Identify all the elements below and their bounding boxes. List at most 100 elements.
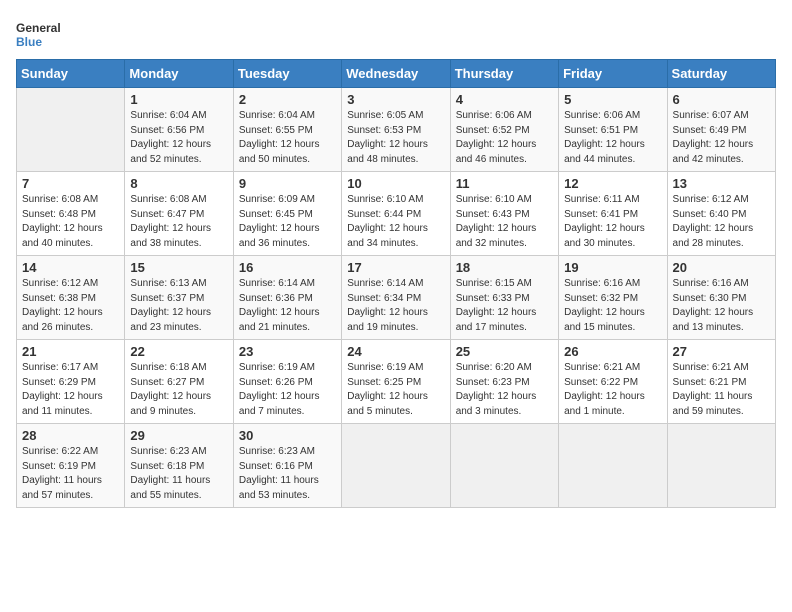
logo: General Blue bbox=[16, 16, 76, 51]
day-number: 26 bbox=[564, 344, 661, 359]
cell-info: Sunrise: 6:13 AMSunset: 6:37 PMDaylight:… bbox=[130, 277, 227, 335]
cell-info: Sunrise: 6:17 AMSunset: 6:29 PMDaylight:… bbox=[22, 361, 119, 419]
day-number: 4 bbox=[456, 92, 553, 107]
day-number: 5 bbox=[564, 92, 661, 107]
svg-text:Blue: Blue bbox=[16, 35, 42, 49]
cell-info: Sunrise: 6:15 AMSunset: 6:33 PMDaylight:… bbox=[456, 277, 553, 335]
calendar-cell: 2Sunrise: 6:04 AMSunset: 6:55 PMDaylight… bbox=[233, 88, 341, 172]
day-number: 15 bbox=[130, 260, 227, 275]
cell-info: Sunrise: 6:21 AMSunset: 6:21 PMDaylight:… bbox=[673, 361, 770, 419]
day-number: 16 bbox=[239, 260, 336, 275]
day-number: 25 bbox=[456, 344, 553, 359]
day-number: 2 bbox=[239, 92, 336, 107]
calendar-cell: 4 Sunrise: 6:06 AMSunset: 6:52 PMDaylight… bbox=[450, 88, 558, 172]
calendar-cell: 9 Sunrise: 6:09 AMSunset: 6:45 PMDaylight… bbox=[233, 172, 341, 256]
calendar-week-row: 1 Sunrise: 6:04 AMSunset: 6:56 PMDaylight… bbox=[17, 88, 776, 172]
day-number: 18 bbox=[456, 260, 553, 275]
calendar-cell: 15 Sunrise: 6:13 AMSunset: 6:37 PMDayligh… bbox=[125, 256, 233, 340]
weekday-header: Saturday bbox=[667, 60, 775, 88]
calendar-cell: 20 Sunrise: 6:16 AMSunset: 6:30 PMDayligh… bbox=[667, 256, 775, 340]
day-number: 20 bbox=[673, 260, 770, 275]
day-number: 3 bbox=[347, 92, 444, 107]
cell-info: Sunrise: 6:14 AMSunset: 6:36 PMDaylight:… bbox=[239, 277, 336, 335]
calendar-cell: 16 Sunrise: 6:14 AMSunset: 6:36 PMDayligh… bbox=[233, 256, 341, 340]
cell-info: Sunrise: 6:08 AMSunset: 6:47 PMDaylight:… bbox=[130, 193, 227, 251]
day-number: 19 bbox=[564, 260, 661, 275]
calendar-cell: 19 Sunrise: 6:16 AMSunset: 6:32 PMDayligh… bbox=[559, 256, 667, 340]
cell-info: Sunrise: 6:06 AMSunset: 6:51 PMDaylight:… bbox=[564, 109, 661, 167]
weekday-header: Thursday bbox=[450, 60, 558, 88]
weekday-header: Friday bbox=[559, 60, 667, 88]
cell-info: Sunrise: 6:21 AMSunset: 6:22 PMDaylight:… bbox=[564, 361, 661, 419]
day-number: 30 bbox=[239, 428, 336, 443]
page-header: General Blue bbox=[16, 16, 776, 51]
cell-info: Sunrise: 6:22 AMSunset: 6:19 PMDaylight:… bbox=[22, 445, 119, 503]
calendar-cell: 3 Sunrise: 6:05 AMSunset: 6:53 PMDaylight… bbox=[342, 88, 450, 172]
cell-info: Sunrise: 6:10 AMSunset: 6:44 PMDaylight:… bbox=[347, 193, 444, 251]
weekday-header: Tuesday bbox=[233, 60, 341, 88]
svg-text:General: General bbox=[16, 21, 61, 35]
day-number: 14 bbox=[22, 260, 119, 275]
cell-info: Sunrise: 6:09 AMSunset: 6:45 PMDaylight:… bbox=[239, 193, 336, 251]
calendar-cell bbox=[559, 424, 667, 508]
cell-info: Sunrise: 6:23 AMSunset: 6:16 PMDaylight:… bbox=[239, 445, 336, 503]
calendar-cell: 27 Sunrise: 6:21 AMSunset: 6:21 PMDayligh… bbox=[667, 340, 775, 424]
calendar-week-row: 28 Sunrise: 6:22 AMSunset: 6:19 PMDayligh… bbox=[17, 424, 776, 508]
cell-info: Sunrise: 6:05 AMSunset: 6:53 PMDaylight:… bbox=[347, 109, 444, 167]
calendar-cell: 24 Sunrise: 6:19 AMSunset: 6:25 PMDayligh… bbox=[342, 340, 450, 424]
calendar-week-row: 21 Sunrise: 6:17 AMSunset: 6:29 PMDayligh… bbox=[17, 340, 776, 424]
calendar-week-row: 7Sunrise: 6:08 AMSunset: 6:48 PMDaylight… bbox=[17, 172, 776, 256]
cell-info: Sunrise: 6:18 AMSunset: 6:27 PMDaylight:… bbox=[130, 361, 227, 419]
calendar-cell: 22 Sunrise: 6:18 AMSunset: 6:27 PMDayligh… bbox=[125, 340, 233, 424]
day-number: 29 bbox=[130, 428, 227, 443]
calendar-cell: 21 Sunrise: 6:17 AMSunset: 6:29 PMDayligh… bbox=[17, 340, 125, 424]
day-number: 10 bbox=[347, 176, 444, 191]
day-number: 9 bbox=[239, 176, 336, 191]
calendar-cell: 13Sunrise: 6:12 AMSunset: 6:40 PMDayligh… bbox=[667, 172, 775, 256]
day-number: 28 bbox=[22, 428, 119, 443]
calendar-cell: 25 Sunrise: 6:20 AMSunset: 6:23 PMDayligh… bbox=[450, 340, 558, 424]
cell-info: Sunrise: 6:07 AMSunset: 6:49 PMDaylight:… bbox=[673, 109, 770, 167]
calendar-cell bbox=[667, 424, 775, 508]
day-number: 6 bbox=[673, 92, 770, 107]
day-number: 17 bbox=[347, 260, 444, 275]
day-number: 22 bbox=[130, 344, 227, 359]
cell-info: Sunrise: 6:23 AMSunset: 6:18 PMDaylight:… bbox=[130, 445, 227, 503]
day-number: 13 bbox=[673, 176, 770, 191]
calendar-cell: 23 Sunrise: 6:19 AMSunset: 6:26 PMDayligh… bbox=[233, 340, 341, 424]
day-number: 1 bbox=[130, 92, 227, 107]
cell-info: Sunrise: 6:19 AMSunset: 6:26 PMDaylight:… bbox=[239, 361, 336, 419]
calendar-cell: 7Sunrise: 6:08 AMSunset: 6:48 PMDaylight… bbox=[17, 172, 125, 256]
cell-info: Sunrise: 6:06 AMSunset: 6:52 PMDaylight:… bbox=[456, 109, 553, 167]
calendar-table: SundayMondayTuesdayWednesdayThursdayFrid… bbox=[16, 59, 776, 508]
day-number: 11 bbox=[456, 176, 553, 191]
day-number: 7 bbox=[22, 176, 119, 191]
day-number: 12 bbox=[564, 176, 661, 191]
calendar-cell: 29 Sunrise: 6:23 AMSunset: 6:18 PMDayligh… bbox=[125, 424, 233, 508]
cell-info: Sunrise: 6:16 AMSunset: 6:32 PMDaylight:… bbox=[564, 277, 661, 335]
cell-info: Sunrise: 6:04 AMSunset: 6:56 PMDaylight:… bbox=[130, 109, 227, 167]
logo-icon: General Blue bbox=[16, 16, 76, 51]
cell-info: Sunrise: 6:19 AMSunset: 6:25 PMDaylight:… bbox=[347, 361, 444, 419]
calendar-cell: 18 Sunrise: 6:15 AMSunset: 6:33 PMDayligh… bbox=[450, 256, 558, 340]
day-number: 21 bbox=[22, 344, 119, 359]
cell-info: Sunrise: 6:12 AMSunset: 6:38 PMDaylight:… bbox=[22, 277, 119, 335]
calendar-cell: 17 Sunrise: 6:14 AMSunset: 6:34 PMDayligh… bbox=[342, 256, 450, 340]
calendar-cell: 1 Sunrise: 6:04 AMSunset: 6:56 PMDaylight… bbox=[125, 88, 233, 172]
calendar-cell bbox=[342, 424, 450, 508]
calendar-cell: 12Sunrise: 6:11 AMSunset: 6:41 PMDayligh… bbox=[559, 172, 667, 256]
day-number: 24 bbox=[347, 344, 444, 359]
cell-info: Sunrise: 6:14 AMSunset: 6:34 PMDaylight:… bbox=[347, 277, 444, 335]
calendar-cell: 10 Sunrise: 6:10 AMSunset: 6:44 PMDayligh… bbox=[342, 172, 450, 256]
calendar-cell: 8 Sunrise: 6:08 AMSunset: 6:47 PMDaylight… bbox=[125, 172, 233, 256]
cell-info: Sunrise: 6:20 AMSunset: 6:23 PMDaylight:… bbox=[456, 361, 553, 419]
calendar-cell bbox=[450, 424, 558, 508]
calendar-cell: 6 Sunrise: 6:07 AMSunset: 6:49 PMDaylight… bbox=[667, 88, 775, 172]
cell-info: Sunrise: 6:16 AMSunset: 6:30 PMDaylight:… bbox=[673, 277, 770, 335]
day-number: 27 bbox=[673, 344, 770, 359]
cell-info: Sunrise: 6:10 AMSunset: 6:43 PMDaylight:… bbox=[456, 193, 553, 251]
day-number: 23 bbox=[239, 344, 336, 359]
day-number: 8 bbox=[130, 176, 227, 191]
weekday-header-row: SundayMondayTuesdayWednesdayThursdayFrid… bbox=[17, 60, 776, 88]
calendar-cell: 26 Sunrise: 6:21 AMSunset: 6:22 PMDayligh… bbox=[559, 340, 667, 424]
